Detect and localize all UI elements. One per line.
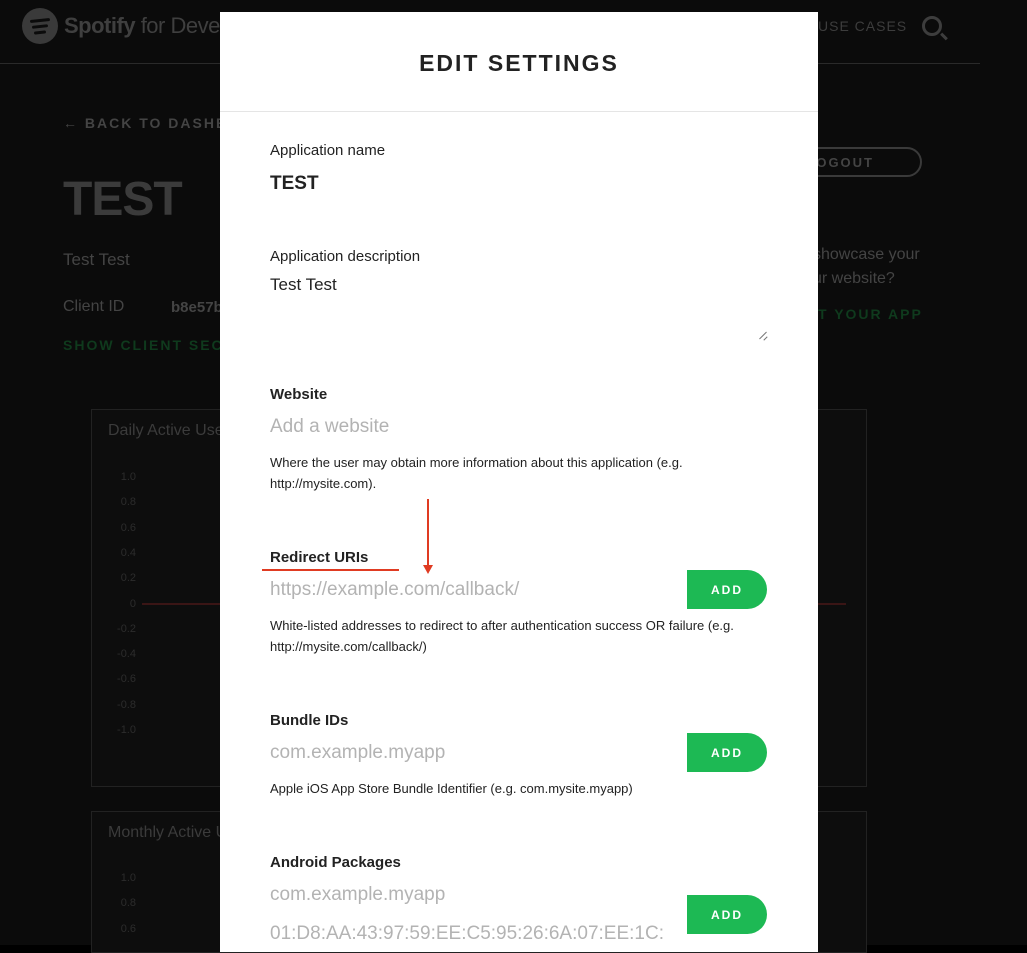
modal-title: EDIT SETTINGS: [419, 50, 619, 76]
chart-tick-label: -0.2: [117, 622, 136, 635]
modal-header: EDIT SETTINGS: [220, 12, 818, 112]
spotify-logo: Spotify for Devel: [22, 8, 225, 44]
app-title: TEST: [63, 173, 183, 226]
edit-settings-modal: EDIT SETTINGS Application name TEST Appl…: [220, 12, 818, 952]
website-help-text: Where the user may obtain more informati…: [270, 455, 683, 491]
nav-use-cases[interactable]: USE CASES: [818, 18, 907, 34]
app-name-input[interactable]: TEST: [270, 173, 319, 195]
bundle-help-text: Apple iOS App Store Bundle Identifier (e…: [270, 781, 633, 796]
chart-tick-label: 0.8: [120, 496, 136, 509]
app-name-label: Application name: [270, 142, 386, 159]
app-description: Test Test: [63, 250, 130, 269]
chart-tick-label: -0.4: [117, 648, 136, 661]
app-description-textarea[interactable]: Test Test: [270, 275, 768, 341]
chart-tick-label: 0.4: [120, 546, 136, 559]
submit-app-link[interactable]: T YOUR APP: [818, 306, 923, 322]
chart-title: Monthly Active U: [108, 824, 228, 841]
redirect-help-text: White-listed addresses to redirect to af…: [270, 618, 734, 654]
chart-tick-label: 1.0: [120, 471, 136, 483]
back-to-dashboard-link[interactable]: ← BACK TO DASHB: [63, 115, 228, 131]
app-description-label: Application description: [270, 248, 421, 265]
spotify-logo-icon: [22, 8, 58, 44]
client-id-label: Client ID: [63, 298, 125, 315]
chart-tick-label: 0.8: [120, 897, 136, 910]
annotation-arrow-head-icon: [423, 565, 433, 574]
website-label: Website: [270, 386, 328, 403]
chart-tick-label: -1.0: [117, 724, 136, 736]
chart-tick-label: 0.2: [120, 572, 136, 585]
chart-tick-label: 0.6: [120, 521, 136, 534]
bundle-id-input[interactable]: com.example.myapp: [270, 742, 445, 764]
chart-tick-label: -0.6: [117, 673, 136, 686]
add-redirect-uri-button[interactable]: ADD: [687, 570, 767, 609]
chart-tick-label: -0.8: [117, 698, 136, 711]
chart-tick-label: 1.0: [120, 872, 136, 884]
search-icon[interactable]: [922, 16, 942, 36]
chart-tick-label: 0.6: [120, 922, 136, 935]
website-input[interactable]: Add a website: [270, 416, 389, 438]
annotation-arrow: [427, 499, 429, 567]
showcase-text: showcase your ur website?: [813, 246, 920, 287]
redirect-uris-label: Redirect URIs: [270, 549, 369, 566]
android-package-input[interactable]: com.example.myapp: [270, 884, 445, 906]
add-bundle-id-button[interactable]: ADD: [687, 733, 767, 772]
annotation-underline: [262, 569, 399, 571]
redirect-uri-input[interactable]: https://example.com/callback/: [270, 579, 519, 601]
android-packages-label: Android Packages: [270, 854, 401, 871]
add-android-package-button[interactable]: ADD: [687, 895, 767, 934]
bundle-ids-label: Bundle IDs: [270, 712, 349, 729]
android-fingerprint-input[interactable]: 01:D8:AA:43:97:59:EE:C5:95:26:6A:07:EE:1…: [270, 923, 664, 945]
client-id-value: b8e57b: [171, 299, 223, 316]
chart-title: Daily Active Use: [108, 422, 224, 439]
chart-tick-label: 0: [129, 597, 136, 610]
show-client-secret-link[interactable]: SHOW CLIENT SEC: [63, 337, 224, 353]
resize-handle-icon[interactable]: [758, 330, 768, 340]
logo-text: Spotify for Devel: [64, 13, 225, 38]
